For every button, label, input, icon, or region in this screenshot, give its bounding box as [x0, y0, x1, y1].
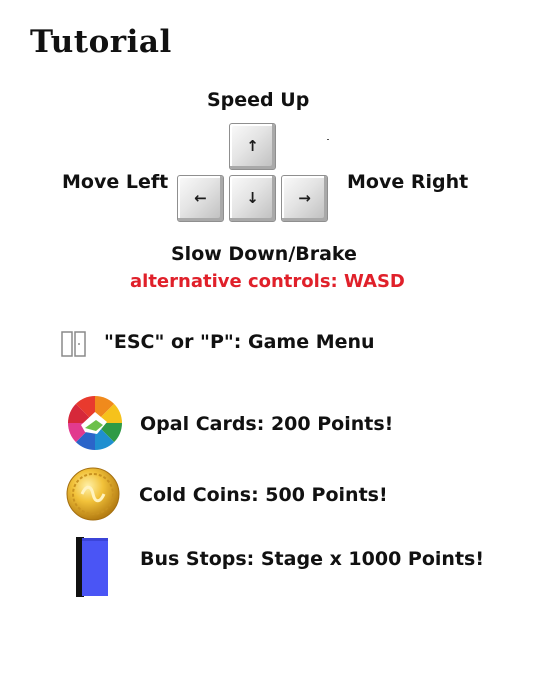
right-arrow-key-icon: → [281, 175, 328, 222]
up-arrow-icon: ↑ [246, 137, 259, 155]
bus-stop-icon [76, 537, 108, 597]
page-title: Tutorial [30, 24, 172, 60]
up-arrow-key-icon: ↑ [229, 123, 276, 170]
decorative-dot [327, 139, 329, 140]
alternative-controls-label: alternative controls: WASD [130, 271, 405, 292]
game-menu-instruction: "ESC" or "P": Game Menu [104, 331, 375, 353]
right-arrow-icon: → [298, 189, 311, 207]
move-left-label: Move Left [62, 171, 169, 193]
down-arrow-icon: ↓ [246, 189, 259, 207]
slow-down-label: Slow Down/Brake [171, 243, 357, 265]
move-right-label: Move Right [347, 171, 469, 193]
left-arrow-icon: ← [194, 189, 207, 207]
opal-card-icon [68, 396, 122, 450]
opal-cards-points: Opal Cards: 200 Points! [140, 413, 394, 435]
bus-stops-points: Bus Stops: Stage x 1000 Points! [140, 548, 485, 570]
gold-coin-icon [66, 467, 120, 521]
down-arrow-key-icon: ↓ [229, 175, 276, 222]
pause-icon [61, 331, 86, 357]
left-arrow-key-icon: ← [177, 175, 224, 222]
tutorial-screen: Tutorial Speed Up Move Left Move Right S… [0, 0, 543, 678]
gold-coins-points: Cold Coins: 500 Points! [139, 484, 388, 506]
speed-up-label: Speed Up [207, 89, 310, 111]
